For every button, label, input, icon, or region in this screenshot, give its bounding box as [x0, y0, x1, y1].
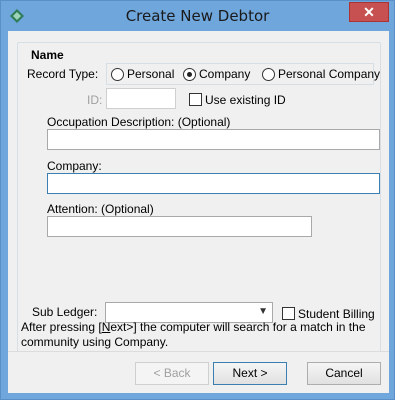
window-title: Create New Debtor: [125, 7, 270, 25]
record-type-label: Record Type:: [27, 67, 99, 81]
info-message: After pressing [Next>] the computer will…: [21, 320, 381, 350]
id-field[interactable]: [107, 89, 175, 108]
cancel-button[interactable]: Cancel: [307, 362, 381, 385]
title-bar[interactable]: Create New Debtor ✕: [1, 1, 394, 31]
occupation-field[interactable]: [48, 130, 379, 149]
dialog-window: Create New Debtor ✕ Name Record Type: Pe…: [0, 0, 395, 400]
chevron-down-icon[interactable]: ▼: [258, 306, 268, 317]
radio-personal-company-label: Personal Company: [278, 67, 381, 81]
occupation-field-box: [47, 129, 380, 150]
attention-field[interactable]: [48, 217, 311, 236]
radio-personal-company-circle[interactable]: [262, 68, 275, 81]
button-bar: < Back Next > Cancel: [8, 351, 389, 393]
close-button[interactable]: ✕: [349, 2, 389, 22]
company-label: Company:: [47, 159, 102, 173]
dialog-body: Name Record Type: Personal Company Perso…: [8, 31, 389, 393]
back-button[interactable]: < Back: [135, 362, 209, 385]
attention-label: Attention: (Optional): [47, 202, 154, 216]
use-existing-id-label: Use existing ID: [205, 93, 286, 107]
radio-personal-circle[interactable]: [111, 68, 124, 81]
group-legend: Name: [28, 48, 67, 62]
id-field-box: [106, 88, 176, 109]
radio-company-circle[interactable]: [183, 68, 196, 81]
company-field[interactable]: [48, 174, 379, 193]
info-part-1: After pressing [: [21, 320, 102, 334]
sub-ledger-label: Sub Ledger:: [32, 305, 98, 319]
attention-field-box: [47, 216, 312, 237]
company-field-box: [47, 173, 380, 194]
use-existing-id-checkbox[interactable]: [189, 93, 202, 106]
name-group: Name Record Type: Personal Company Perso…: [17, 42, 381, 354]
radio-personal-label: Personal: [127, 67, 175, 81]
student-billing-checkbox[interactable]: [282, 307, 295, 320]
radio-company-label: Company: [199, 67, 251, 81]
next-button[interactable]: Next >: [213, 362, 287, 385]
occupation-label: Occupation Description: (Optional): [47, 115, 231, 129]
student-billing-label: Student Billing: [298, 307, 375, 321]
id-label: ID:: [87, 93, 103, 107]
record-type-radio-group: Personal Company Personal Company: [106, 63, 380, 85]
